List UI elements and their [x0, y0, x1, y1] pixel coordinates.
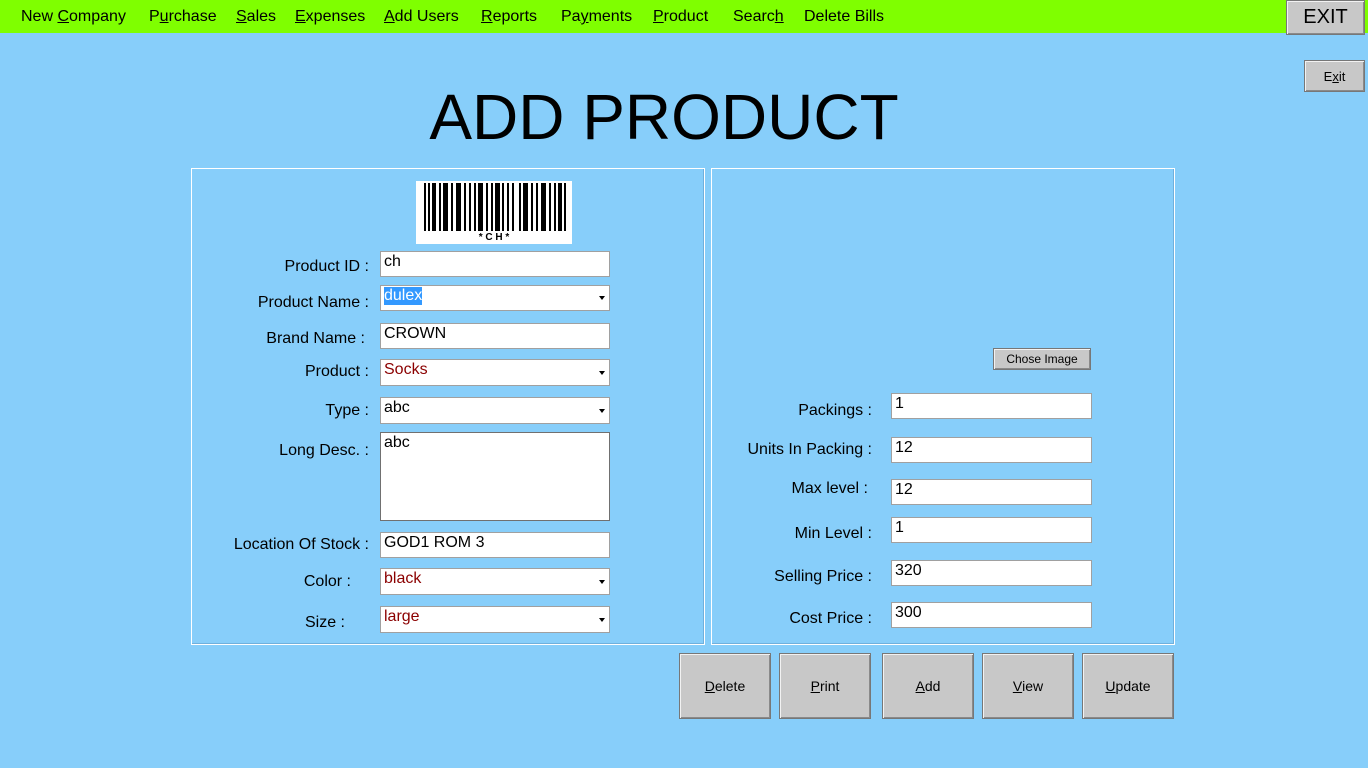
- chevron-down-icon[interactable]: [599, 579, 605, 584]
- size-label: Size :: [304, 614, 345, 631]
- menu-reports[interactable]: Reports: [481, 8, 537, 26]
- packings-input[interactable]: 1: [891, 393, 1092, 419]
- selling-price-input[interactable]: 320: [891, 560, 1092, 586]
- min-level-label: Min Level :: [794, 525, 872, 542]
- product-id-label: Product ID :: [284, 258, 369, 275]
- menu-purchase[interactable]: Purchase: [149, 8, 217, 26]
- product-combo[interactable]: Socks: [380, 359, 610, 386]
- max-level-input[interactable]: 12: [891, 479, 1092, 505]
- units-in-packing-label: Units In Packing :: [747, 441, 873, 458]
- location-of-stock-label: Location Of Stock :: [233, 536, 369, 553]
- add-button[interactable]: Add: [882, 653, 974, 719]
- product-name-combo[interactable]: dulex: [380, 285, 610, 311]
- menu-search[interactable]: Search: [733, 8, 784, 26]
- menu-product[interactable]: Product: [653, 8, 708, 26]
- product-name-value: dulex: [384, 287, 423, 305]
- menu-new-company[interactable]: New Company: [21, 8, 126, 26]
- delete-button[interactable]: Delete: [679, 653, 771, 719]
- max-level-label: Max level :: [791, 480, 868, 497]
- print-button[interactable]: Print: [779, 653, 871, 719]
- size-combo[interactable]: large: [380, 606, 610, 633]
- product-value: Socks: [384, 361, 428, 378]
- selling-price-label: Selling Price :: [774, 568, 872, 585]
- product-id-input[interactable]: ch: [380, 251, 610, 277]
- brand-name-input[interactable]: CROWN: [380, 323, 610, 349]
- update-button[interactable]: Update: [1082, 653, 1174, 719]
- chose-image-button[interactable]: Chose Image: [993, 348, 1091, 370]
- view-button[interactable]: View: [982, 653, 1074, 719]
- color-value: black: [384, 570, 422, 587]
- long-desc-label: Long Desc. :: [279, 442, 369, 459]
- packings-label: Packings :: [798, 402, 872, 419]
- type-value: abc: [384, 399, 410, 416]
- color-label: Color :: [303, 573, 351, 590]
- chevron-down-icon[interactable]: [599, 408, 605, 413]
- menu-sales[interactable]: Sales: [236, 8, 276, 26]
- barcode-image: * C H *: [416, 181, 572, 244]
- chevron-down-icon[interactable]: [599, 296, 605, 300]
- chevron-down-icon[interactable]: [599, 617, 605, 622]
- long-desc-textarea[interactable]: abc: [380, 432, 610, 521]
- product-name-label: Product Name :: [257, 294, 369, 311]
- product-label: Product :: [304, 363, 369, 380]
- chevron-down-icon[interactable]: [599, 370, 605, 375]
- menu-delete-bills[interactable]: Delete Bills: [804, 8, 884, 26]
- location-of-stock-input[interactable]: GOD1 ROM 3: [380, 532, 610, 558]
- brand-name-label: Brand Name :: [266, 330, 365, 347]
- type-label: Type :: [325, 402, 369, 419]
- menu-payments[interactable]: Payments: [561, 8, 632, 26]
- exit-button[interactable]: EXIT: [1286, 0, 1365, 35]
- size-value: large: [384, 608, 420, 625]
- menu-bar: New Company Purchase Sales Expenses Add …: [0, 0, 1368, 33]
- menu-expenses[interactable]: Expenses: [295, 8, 365, 26]
- color-combo[interactable]: black: [380, 568, 610, 595]
- menu-add-users[interactable]: Add Users: [384, 8, 459, 26]
- cost-price-input[interactable]: 300: [891, 602, 1092, 628]
- barcode-text: * C H *: [479, 232, 510, 243]
- min-level-input[interactable]: 1: [891, 517, 1092, 543]
- type-combo[interactable]: abc: [380, 397, 610, 424]
- units-in-packing-input[interactable]: 12: [891, 437, 1092, 463]
- page-title: ADD PRODUCT: [429, 81, 899, 153]
- cost-price-label: Cost Price :: [789, 610, 872, 627]
